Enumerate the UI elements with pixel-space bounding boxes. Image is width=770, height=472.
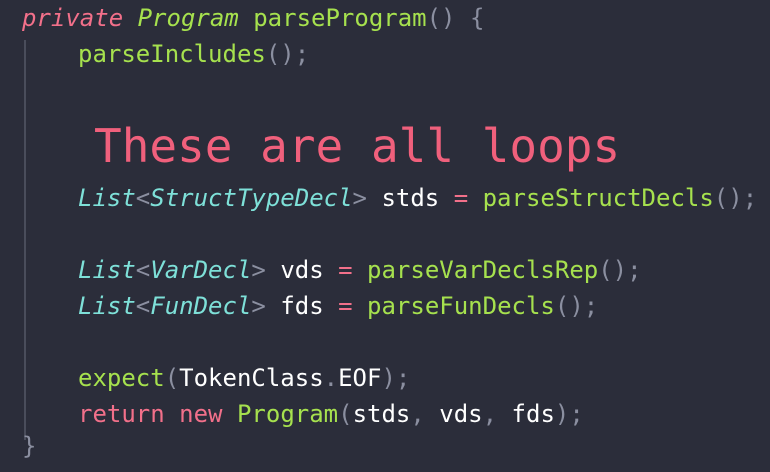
arg-fds: fds [511,400,555,428]
call-expect: expect [78,364,165,392]
token-class: TokenClass [179,364,324,392]
annotation-text: These are all loops [94,119,621,173]
generic-type: StructTypeDecl [150,184,353,212]
class-program: Program [236,400,339,428]
keyword-return: return [78,400,165,428]
angle-open: < [135,292,151,320]
assign-op: = [338,256,353,284]
type-list: List [78,256,136,284]
code-line-6: List<VarDecl> vds = parseVarDeclsRep(); [22,252,642,288]
type-list: List [78,292,136,320]
code-line-1: private Program parseProgram() { [22,0,484,36]
code-line-2: parseIncludes(); [22,36,309,72]
return-type: Program [137,4,239,32]
paren: () [713,184,743,212]
comma: , [482,400,498,428]
call-parse-struct-decls: parseStructDecls [482,184,714,212]
semicolon: ; [627,256,642,284]
generic-type: FunDecl [150,292,252,320]
comma: , [410,400,425,428]
assign-op: = [338,292,353,320]
arg-stds: stds [352,400,411,428]
paren: () [265,40,295,68]
angle-open: < [135,256,151,284]
assign-op: = [453,184,469,212]
angle-close: > [352,184,367,212]
angle-close: > [251,292,266,320]
method-name: parseProgram [253,4,427,32]
keyword-private: private [22,4,124,32]
call-parse-includes: parseIncludes [78,40,266,68]
close-brace: } [22,432,37,460]
type-list: List [78,184,136,212]
call-parse-fun-decls: parseFunDecls [367,292,555,320]
paren-open: ( [164,364,180,392]
keyword-new: new [179,400,223,428]
semicolon: ; [294,40,310,68]
code-line-11: } [22,428,36,464]
paren: () [554,292,584,320]
var-vds: vds [280,256,324,284]
open-brace: { [469,4,485,32]
code-line-10: return new Program(stds, vds, fds); [22,396,584,432]
paren-close: ) [554,400,570,428]
call-parse-var-decls-rep: parseVarDeclsRep [367,256,599,284]
arg-vds: vds [439,400,483,428]
code-line-4: List<StructTypeDecl> stds = parseStructD… [22,180,757,216]
paren: () [598,256,628,284]
code-line-7: List<FunDecl> fds = parseFunDecls(); [22,288,598,324]
semicolon: ; [569,400,584,428]
angle-open: < [135,184,151,212]
semicolon: ; [395,364,411,392]
paren: () [426,4,456,32]
semicolon: ; [742,184,758,212]
paren-close: ) [381,364,396,392]
angle-close: > [251,256,266,284]
semicolon: ; [583,292,599,320]
code-line-9: expect(TokenClass.EOF); [22,360,410,396]
dot: . [323,364,339,392]
var-stds: stds [381,184,440,212]
generic-type: VarDecl [150,256,252,284]
var-fds: fds [280,292,324,320]
code-editor[interactable]: private Program parseProgram() { parseIn… [0,0,770,472]
eof-member: EOF [338,364,382,392]
paren-open: ( [338,400,353,428]
